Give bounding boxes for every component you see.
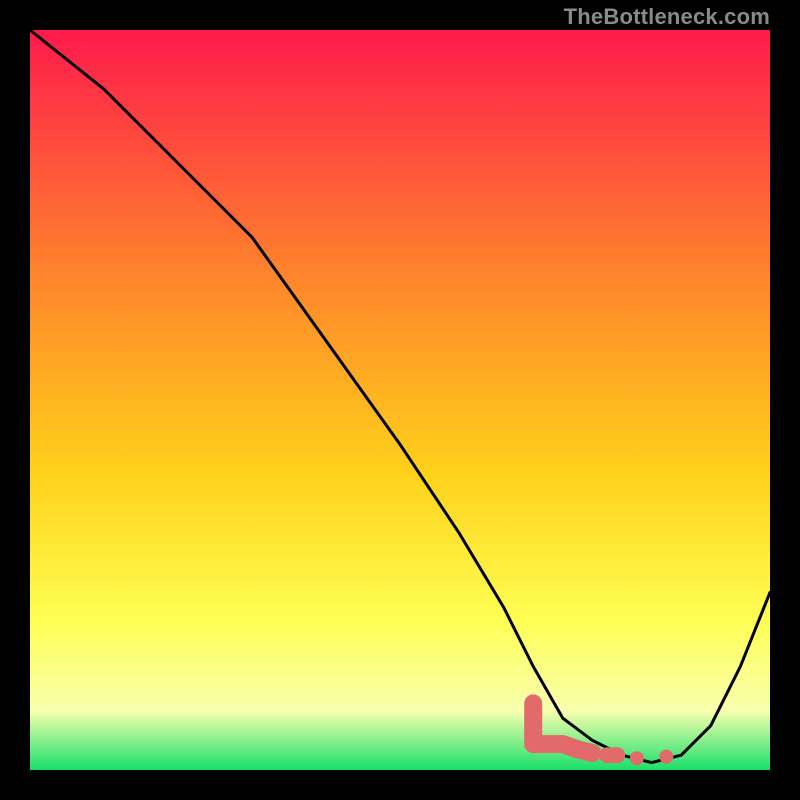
watermark-text: TheBottleneck.com	[564, 4, 770, 30]
bottleneck-chart	[30, 30, 770, 770]
gradient-background	[30, 30, 770, 770]
marker-dash	[605, 747, 625, 763]
chart-frame	[30, 30, 770, 770]
marker-dot	[659, 750, 673, 764]
marker-dot	[630, 751, 644, 765]
